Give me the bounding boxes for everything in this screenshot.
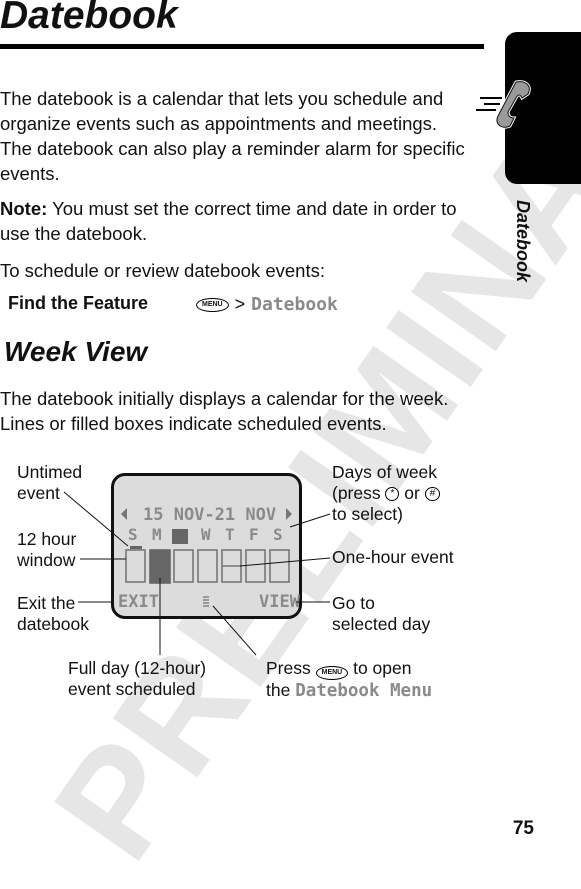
day-box-tue (173, 549, 194, 583)
menu-icon (203, 596, 209, 607)
day-box-fri (245, 549, 266, 583)
leader-onehour (239, 557, 331, 567)
phone-screen-graphics (63, 491, 331, 656)
day-box-sun (125, 549, 146, 583)
day-box-wed (197, 549, 218, 583)
leader-untimed (63, 491, 129, 547)
left-arrow-icon (121, 508, 127, 520)
right-arrow-icon (286, 508, 292, 520)
leader-menu (212, 605, 257, 656)
untimed-event-mark (130, 546, 142, 549)
leader-days (289, 513, 331, 528)
selected-day-highlight (172, 529, 188, 544)
day-boxes (125, 549, 290, 584)
day-box-sat (269, 549, 290, 583)
